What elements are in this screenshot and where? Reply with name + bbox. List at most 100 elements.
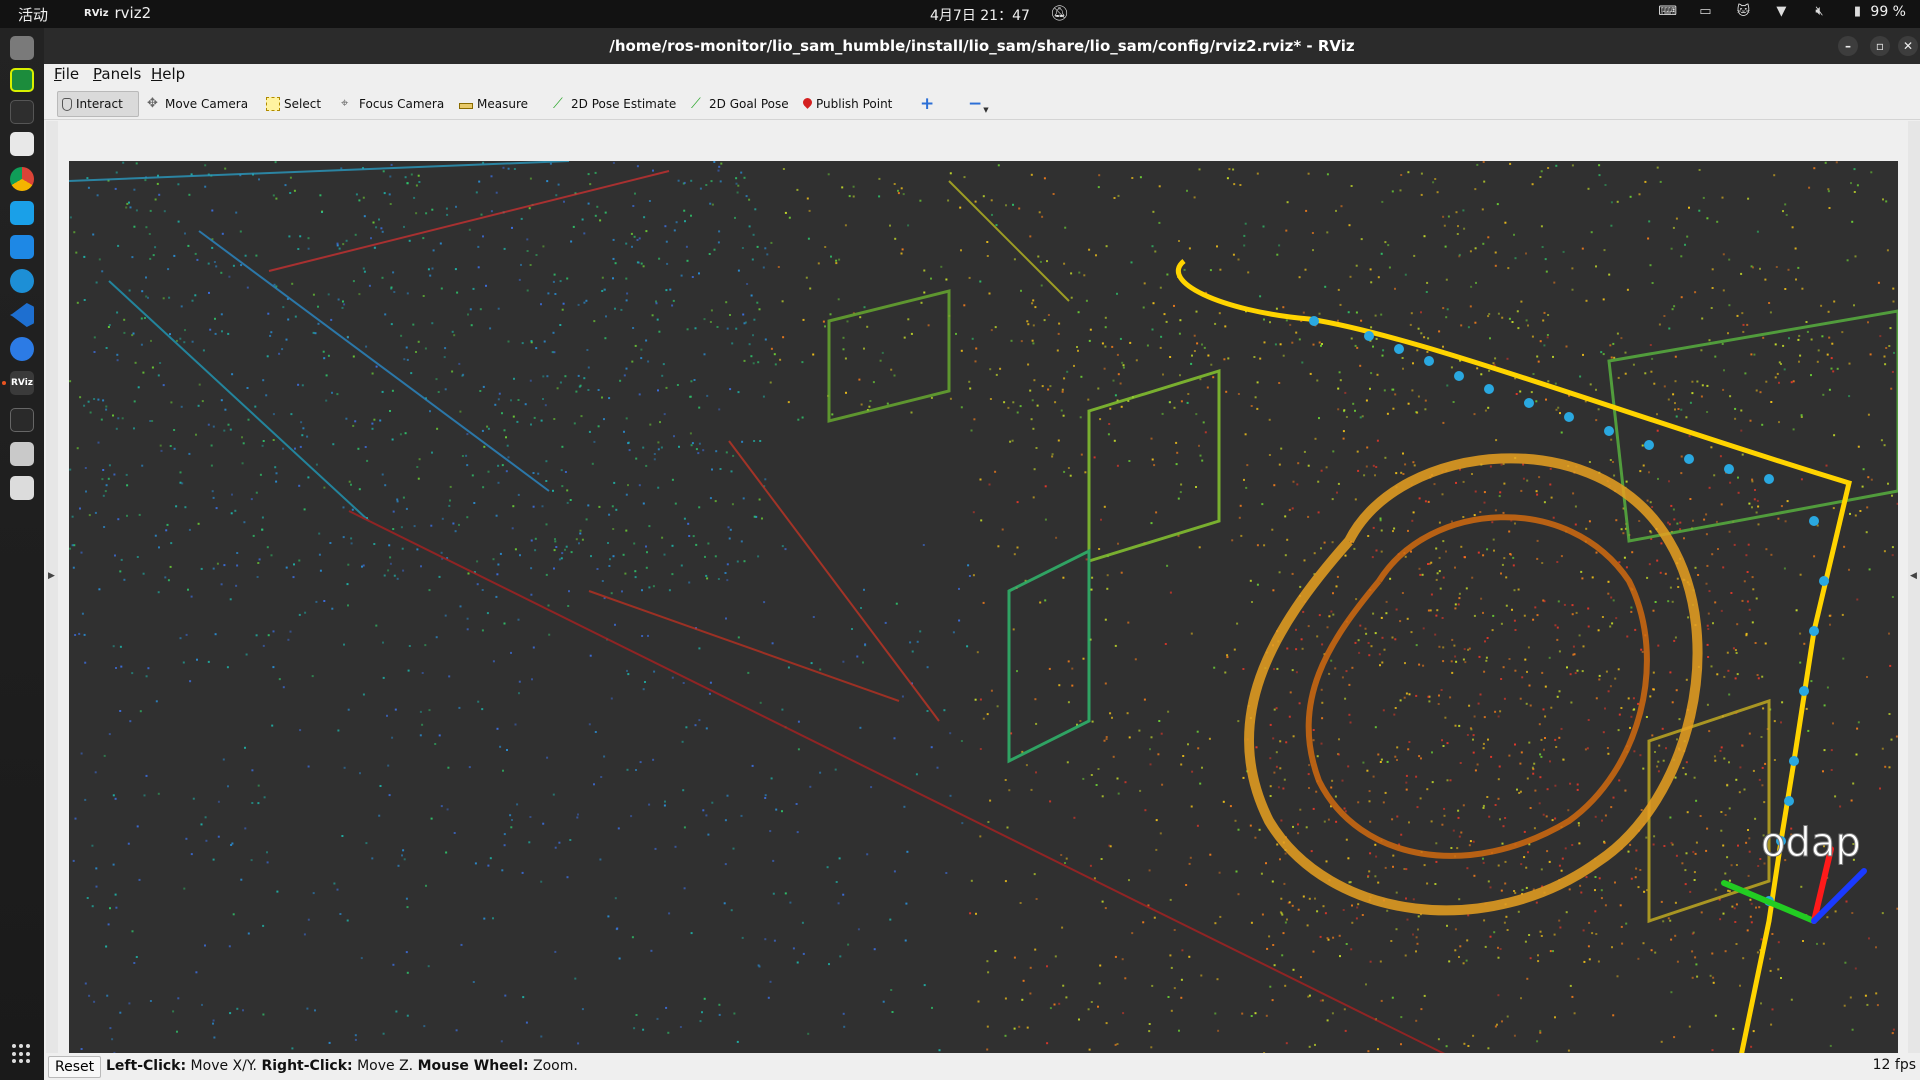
pycharm-icon[interactable] [10, 68, 34, 92]
pose-marker [1564, 412, 1574, 422]
active-app-menu[interactable]: RViz rviz2 [84, 4, 151, 22]
system-tray[interactable]: ⌨ ▭ 🐱︎ ▼ 🔇︎ ▮ 99 % [1658, 3, 1906, 21]
tool-bar: Interact ✥ Move Camera Select ⌖ Focus Ca… [44, 86, 1920, 120]
rviz-window: /home/ros-monitor/lio_sam_humble/install… [44, 28, 1920, 1080]
left-dock-collapse-handle[interactable]: ▶ [46, 121, 58, 1071]
menu-bar: File Panels Help [44, 64, 1920, 86]
move-arrows-icon: ✥ [147, 96, 158, 111]
pose-marker [1644, 440, 1654, 450]
render-panel-3d[interactable]: odap [69, 161, 1898, 1066]
pose-marker [1809, 626, 1819, 636]
window-title: /home/ros-monitor/lio_sam_humble/install… [609, 37, 1355, 55]
feishu-icon[interactable] [10, 235, 34, 259]
ruler-icon [459, 103, 473, 109]
multitask-icon[interactable] [10, 201, 34, 225]
dock: RViz [0, 28, 44, 1080]
notification-off-icon[interactable]: 🔕︎ [1050, 4, 1069, 22]
remove-tool-button[interactable]: − ▼ [964, 91, 993, 117]
expand-left-icon: ▶ [48, 571, 55, 581]
activities-button[interactable]: 活动 [18, 4, 48, 25]
close-button[interactable]: ✕ [1898, 36, 1918, 56]
active-app-name: rviz2 [114, 4, 152, 22]
pose-marker [1809, 516, 1819, 526]
menu-file[interactable]: File [54, 65, 79, 83]
point-cloud [69, 161, 1898, 1066]
show-apps-icon[interactable] [12, 1044, 32, 1064]
pose-marker [1724, 464, 1734, 474]
measure-tool-button[interactable]: Measure [455, 91, 532, 117]
reset-button[interactable]: Reset [48, 1056, 102, 1078]
structure-lines [69, 161, 1470, 1066]
mouse-hint: Left-Click: Move X/Y. Right-Click: Move … [106, 1058, 578, 1074]
focus-camera-tool-button[interactable]: ⌖ Focus Camera [337, 91, 448, 117]
trajectory-path [1175, 259, 1852, 1066]
plus-icon: + [920, 94, 935, 114]
document-icon[interactable] [10, 442, 34, 466]
pose-marker [1799, 686, 1809, 696]
publish-point-tool-button[interactable]: Publish Point [799, 91, 896, 117]
pose-marker [1484, 384, 1494, 394]
dropdown-arrow-icon: ▼ [983, 106, 989, 114]
building-walls [827, 289, 1898, 924]
pose-marker [1364, 331, 1374, 341]
pose-marker [1764, 474, 1774, 484]
menu-help[interactable]: Help [151, 65, 185, 83]
chrome-icon[interactable] [10, 167, 34, 191]
wifi-icon[interactable]: ▼ [1772, 3, 1790, 21]
pose-marker [1454, 371, 1464, 381]
system-monitor-icon[interactable] [10, 408, 34, 432]
pose-marker [1394, 344, 1404, 354]
files-icon[interactable] [10, 36, 34, 60]
pose-estimate-tool-button[interactable]: ⟋ 2D Pose Estimate [549, 91, 680, 117]
pose-marker [1604, 426, 1614, 436]
menu-panels[interactable]: Panels [93, 65, 141, 83]
rviz-logo-icon: RViz [84, 7, 109, 19]
expand-right-icon: ◀ [1910, 571, 1917, 581]
minus-icon: − [968, 94, 983, 114]
move-camera-tool-button[interactable]: ✥ Move Camera [143, 91, 252, 117]
point-cloud-scene: odap [69, 161, 1898, 1066]
clock[interactable]: 4月7日 21：47 [930, 5, 1030, 25]
maximize-button[interactable]: ▫ [1870, 36, 1890, 56]
vscode-icon[interactable] [10, 303, 34, 327]
select-box-icon [266, 97, 280, 111]
focus-crosshair-icon: ⌖ [341, 96, 349, 111]
pose-marker [1684, 454, 1694, 464]
battery-indicator[interactable]: ▮ 99 % [1848, 3, 1906, 21]
system-top-bar: 活动 RViz rviz2 4月7日 21：47 🔕︎ ⌨ ▭ 🐱︎ ▼ 🔇︎ … [0, 0, 1920, 28]
pose-marker [1424, 356, 1434, 366]
add-tool-button[interactable]: + [916, 91, 938, 117]
keyboard-icon[interactable]: ▭ [1696, 3, 1714, 21]
minimize-button[interactable]: – [1838, 36, 1858, 56]
window-title-bar[interactable]: /home/ros-monitor/lio_sam_humble/install… [44, 28, 1920, 64]
status-bar: Reset Left-Click: Move X/Y. Right-Click:… [44, 1053, 1920, 1080]
cat-icon[interactable]: 🐱︎ [1734, 3, 1752, 21]
battery-percent: 99 % [1870, 4, 1906, 20]
rviz-icon[interactable]: RViz [2, 371, 34, 395]
goal-pose-tool-button[interactable]: ⟋ 2D Goal Pose [687, 91, 793, 117]
pose-marker [1784, 796, 1794, 806]
map-pin-icon [801, 96, 814, 109]
battery-icon: ▮ [1853, 4, 1861, 19]
trajectory-line [1175, 259, 1852, 1066]
volume-muted-icon[interactable]: 🔇︎ [1810, 3, 1828, 21]
select-tool-button[interactable]: Select [262, 91, 325, 117]
pose-marker [1789, 756, 1799, 766]
map-frame-label: odap [1761, 820, 1861, 866]
fps-counter: 12 fps [1872, 1057, 1916, 1073]
text-editor-icon[interactable] [10, 132, 34, 156]
right-dock-collapse-handle[interactable]: ◀ [1908, 121, 1920, 1071]
pose-marker [1309, 316, 1319, 326]
pose-marker [1524, 398, 1534, 408]
view-area: ▶ ◀ odap [44, 121, 1920, 1071]
input-method-icon[interactable]: ⌨ [1658, 3, 1677, 21]
terminal-icon[interactable] [10, 100, 34, 124]
green-arrow-icon: ⟋ [553, 96, 563, 112]
green-arrow-icon: ⟋ [691, 96, 701, 112]
interact-tool-button[interactable]: Interact [57, 91, 139, 117]
trash-icon[interactable] [10, 476, 34, 500]
pose-marker [1819, 576, 1829, 586]
hand-pointer-icon [62, 97, 72, 111]
map-icon[interactable] [10, 269, 34, 293]
mail-icon[interactable] [10, 337, 34, 361]
